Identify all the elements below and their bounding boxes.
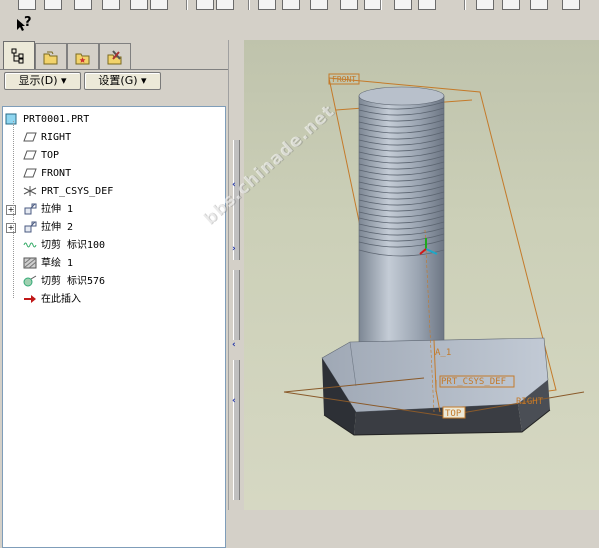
save-icon[interactable]	[74, 0, 92, 10]
whats-this-button[interactable]: ?	[14, 15, 36, 34]
new-icon[interactable]	[18, 0, 36, 10]
select-icon[interactable]	[394, 0, 412, 10]
toolbar-separator	[464, 0, 466, 10]
tree-item-label: FRONT	[41, 168, 72, 179]
toolbar-separator	[248, 0, 250, 10]
revolve-cut-icon	[23, 275, 37, 287]
front-datum-label: FRONT	[332, 75, 356, 84]
favorites-tab[interactable]	[67, 43, 99, 70]
folder-browser-tab[interactable]	[35, 43, 67, 70]
right-datum-label: RIGHT	[516, 397, 544, 407]
model-tree-tab[interactable]	[3, 41, 35, 70]
tree-item[interactable]: 在此插入	[23, 291, 81, 308]
tree-item-label: 拉伸 1	[41, 204, 74, 215]
tree-item-label: 切剪 标识100	[41, 240, 106, 251]
tree-item[interactable]: 草绘 1	[23, 255, 73, 272]
chevron-down-icon: ▾	[141, 74, 147, 87]
web-tab[interactable]	[99, 43, 131, 70]
regenerate-icon[interactable]	[340, 0, 358, 10]
tree-item[interactable]: 拉伸 2	[23, 219, 73, 236]
csys-label: PRT_CSYS_DEF	[441, 377, 506, 387]
tree-item-label: PRT_CSYS_DEF	[41, 186, 114, 197]
layers-icon[interactable]	[476, 0, 494, 10]
main-toolbar: ?	[0, 0, 599, 40]
show-dropdown[interactable]: 显示(D) ▾	[4, 72, 81, 90]
datum-plane-icon	[23, 131, 37, 143]
tools-icon	[107, 50, 122, 65]
model-tree: PRT0001.PRT RIGHT TOP FRONT PRT_CSYS_DEF 拉伸 1…	[2, 106, 226, 548]
collapse-left-icon[interactable]: ‹	[232, 340, 236, 350]
tree-item[interactable]: FRONT	[23, 165, 71, 182]
display-style-icon[interactable]	[502, 0, 520, 10]
settings-label: 设置(G)	[98, 74, 138, 87]
extrude-icon	[23, 203, 37, 215]
spin-icon[interactable]	[562, 0, 580, 10]
model-tree-icon	[11, 48, 24, 64]
show-label: 显示(D)	[18, 74, 58, 87]
undo-icon[interactable]	[150, 0, 168, 10]
cosmetic-thread-icon	[23, 239, 37, 251]
paste-special-icon[interactable]	[310, 0, 328, 10]
paste-icon[interactable]	[282, 0, 300, 10]
favorites-icon	[75, 53, 90, 65]
tree-item-label: 草绘 1	[41, 258, 74, 269]
tree-item-label: PRT0001.PRT	[23, 114, 90, 125]
open-icon[interactable]	[44, 0, 62, 10]
tree-item-label: RIGHT	[41, 132, 72, 143]
insert-here-arrow-icon	[23, 293, 37, 305]
send-icon[interactable]	[130, 0, 148, 10]
settings-dropdown[interactable]: 设置(G) ▾	[84, 72, 161, 90]
tree-item-label: TOP	[41, 150, 60, 161]
splitter-sash-bottom[interactable]	[233, 360, 240, 500]
tree-item-label: 在此插入	[41, 294, 81, 305]
tree-item[interactable]: 切剪 标识576	[23, 273, 105, 290]
bolt-shaft[interactable]	[358, 86, 445, 352]
axis-a1-label: A_1	[435, 348, 451, 358]
tree-item[interactable]: PRT0001.PRT	[5, 111, 89, 128]
top-datum-label: TOP	[445, 409, 462, 419]
toolbar-separator	[380, 0, 382, 10]
panel-splitter[interactable]: ‹ › ‹ ‹	[228, 40, 245, 510]
tree-item[interactable]: PRT_CSYS_DEF	[23, 183, 113, 200]
part-icon	[5, 113, 19, 125]
datum-plane-icon	[23, 167, 37, 179]
copy-icon[interactable]	[258, 0, 276, 10]
chevron-down-icon: ▾	[61, 74, 67, 87]
tree-item[interactable]: RIGHT	[23, 129, 71, 146]
csys-icon	[23, 185, 37, 197]
sketch-icon	[23, 257, 37, 269]
navigator-panel: 显示(D) ▾ 设置(G) ▾ PRT0001.PRT RIGHT TOP FRONT…	[0, 40, 228, 548]
tree-item[interactable]: 切剪 标识100	[23, 237, 105, 254]
datum-plane-icon	[23, 149, 37, 161]
redo-icon[interactable]	[196, 0, 214, 10]
expand-right-icon[interactable]: ›	[232, 244, 236, 254]
toolbar-separator	[186, 0, 188, 10]
whats-this-glyph: ?	[24, 15, 32, 30]
tree-item[interactable]: TOP	[23, 147, 59, 164]
extrude-icon	[23, 221, 37, 233]
tree-connector-line	[13, 121, 15, 298]
print-icon[interactable]	[102, 0, 120, 10]
graphics-window[interactable]: FRONT A_1 PRT_CSYS_DEF RIGHT TOP	[244, 40, 599, 510]
folder-icon	[43, 51, 58, 65]
saved-view-icon[interactable]	[418, 0, 436, 10]
datum-icon[interactable]	[530, 0, 548, 10]
collapse-left-icon[interactable]: ‹	[232, 396, 236, 406]
bolt-model-view[interactable]: FRONT A_1 PRT_CSYS_DEF RIGHT TOP	[244, 40, 599, 510]
tree-item[interactable]: 拉伸 1	[23, 201, 73, 218]
cut-icon[interactable]	[216, 0, 234, 10]
tree-item-label: 切剪 标识576	[41, 276, 106, 287]
tree-item-label: 拉伸 2	[41, 222, 74, 233]
splitter-sash-mid[interactable]	[233, 270, 240, 340]
